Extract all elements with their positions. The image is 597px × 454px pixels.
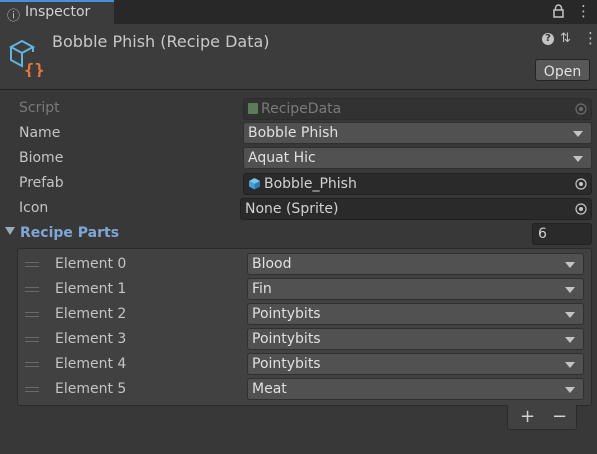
inspector-header: {} Bobble Phish (Recipe Data) ? ⇅ ⋮ Open bbox=[0, 24, 597, 90]
element-value: Fin bbox=[252, 281, 272, 297]
chevron-down-icon bbox=[565, 362, 575, 368]
tab-label: Inspector bbox=[25, 4, 91, 20]
foldout-arrow-icon[interactable] bbox=[5, 227, 15, 235]
element-label: Element 2 bbox=[55, 306, 127, 322]
prefab-icon bbox=[249, 178, 260, 190]
element-label: Element 3 bbox=[55, 331, 127, 347]
array-size-input[interactable]: 6 bbox=[532, 223, 592, 245]
name-dropdown[interactable]: Bobble Phish bbox=[243, 122, 592, 144]
element-dropdown[interactable]: Meat bbox=[247, 378, 584, 400]
chevron-down-icon bbox=[565, 387, 575, 393]
element-dropdown[interactable]: Pointybits bbox=[247, 303, 584, 325]
element-dropdown[interactable]: Pointybits bbox=[247, 353, 584, 375]
drag-handle-icon[interactable] bbox=[25, 362, 39, 367]
name-label: Name bbox=[19, 125, 61, 141]
scriptable-object-icon: {} bbox=[8, 39, 44, 77]
chevron-down-icon bbox=[573, 131, 583, 137]
element-dropdown[interactable]: Blood bbox=[247, 253, 584, 275]
svg-text:{}: {} bbox=[24, 61, 44, 77]
presets-icon[interactable]: ⇅ bbox=[560, 31, 571, 46]
element-label: Element 4 bbox=[55, 356, 127, 372]
element-value: Meat bbox=[252, 381, 287, 397]
script-field: RecipeData bbox=[243, 98, 592, 120]
tab-inspector[interactable]: ⓘ Inspector bbox=[0, 0, 114, 24]
tab-bar: ⓘ Inspector ⋮ bbox=[0, 0, 597, 24]
element-dropdown[interactable]: Fin bbox=[247, 278, 584, 300]
info-icon: ⓘ bbox=[7, 9, 21, 24]
chevron-down-icon bbox=[565, 337, 575, 343]
icon-value: None (Sprite) bbox=[245, 201, 339, 217]
object-picker-icon[interactable] bbox=[575, 203, 587, 215]
recipe-parts-label[interactable]: Recipe Parts bbox=[20, 225, 119, 241]
kebab-menu-icon[interactable]: ⋮ bbox=[576, 2, 591, 20]
list-footer: + − bbox=[507, 405, 577, 430]
prefab-label: Prefab bbox=[19, 175, 64, 191]
drag-handle-icon[interactable] bbox=[25, 387, 39, 392]
remove-element-button[interactable]: − bbox=[552, 405, 567, 429]
chevron-down-icon bbox=[565, 262, 575, 268]
biome-dropdown[interactable]: Aquat Hic bbox=[243, 147, 592, 169]
element-dropdown[interactable]: Pointybits bbox=[247, 328, 584, 350]
element-value: Pointybits bbox=[252, 356, 321, 372]
lock-icon[interactable] bbox=[553, 4, 564, 18]
icon-label: Icon bbox=[19, 200, 49, 216]
help-icon[interactable]: ? bbox=[542, 33, 554, 45]
asset-title: Bobble Phish (Recipe Data) bbox=[52, 32, 270, 51]
add-element-button[interactable]: + bbox=[520, 405, 535, 429]
drag-handle-icon[interactable] bbox=[25, 337, 39, 342]
object-picker-icon[interactable] bbox=[575, 178, 587, 190]
script-icon bbox=[248, 103, 258, 114]
prefab-field[interactable]: Bobble_Phish bbox=[243, 173, 592, 195]
drag-handle-icon[interactable] bbox=[25, 287, 39, 292]
element-value: Blood bbox=[252, 256, 292, 272]
chevron-down-icon bbox=[565, 312, 575, 318]
kebab-menu-icon[interactable]: ⋮ bbox=[583, 29, 597, 47]
element-label: Element 1 bbox=[55, 281, 127, 297]
drag-handle-icon[interactable] bbox=[25, 312, 39, 317]
biome-label: Biome bbox=[19, 150, 64, 166]
element-label: Element 5 bbox=[55, 381, 127, 397]
chevron-down-icon bbox=[573, 156, 583, 162]
element-label: Element 0 bbox=[55, 256, 127, 272]
script-value: RecipeData bbox=[261, 101, 342, 117]
open-button[interactable]: Open bbox=[535, 59, 590, 81]
icon-field[interactable]: None (Sprite) bbox=[240, 198, 592, 220]
name-value: Bobble Phish bbox=[248, 125, 339, 141]
biome-value: Aquat Hic bbox=[248, 150, 316, 166]
object-picker-icon bbox=[575, 103, 587, 115]
prefab-value: Bobble_Phish bbox=[264, 176, 357, 192]
element-value: Pointybits bbox=[252, 306, 321, 322]
drag-handle-icon[interactable] bbox=[25, 262, 39, 267]
script-label: Script bbox=[19, 100, 60, 116]
chevron-down-icon bbox=[565, 287, 575, 293]
element-value: Pointybits bbox=[252, 331, 321, 347]
